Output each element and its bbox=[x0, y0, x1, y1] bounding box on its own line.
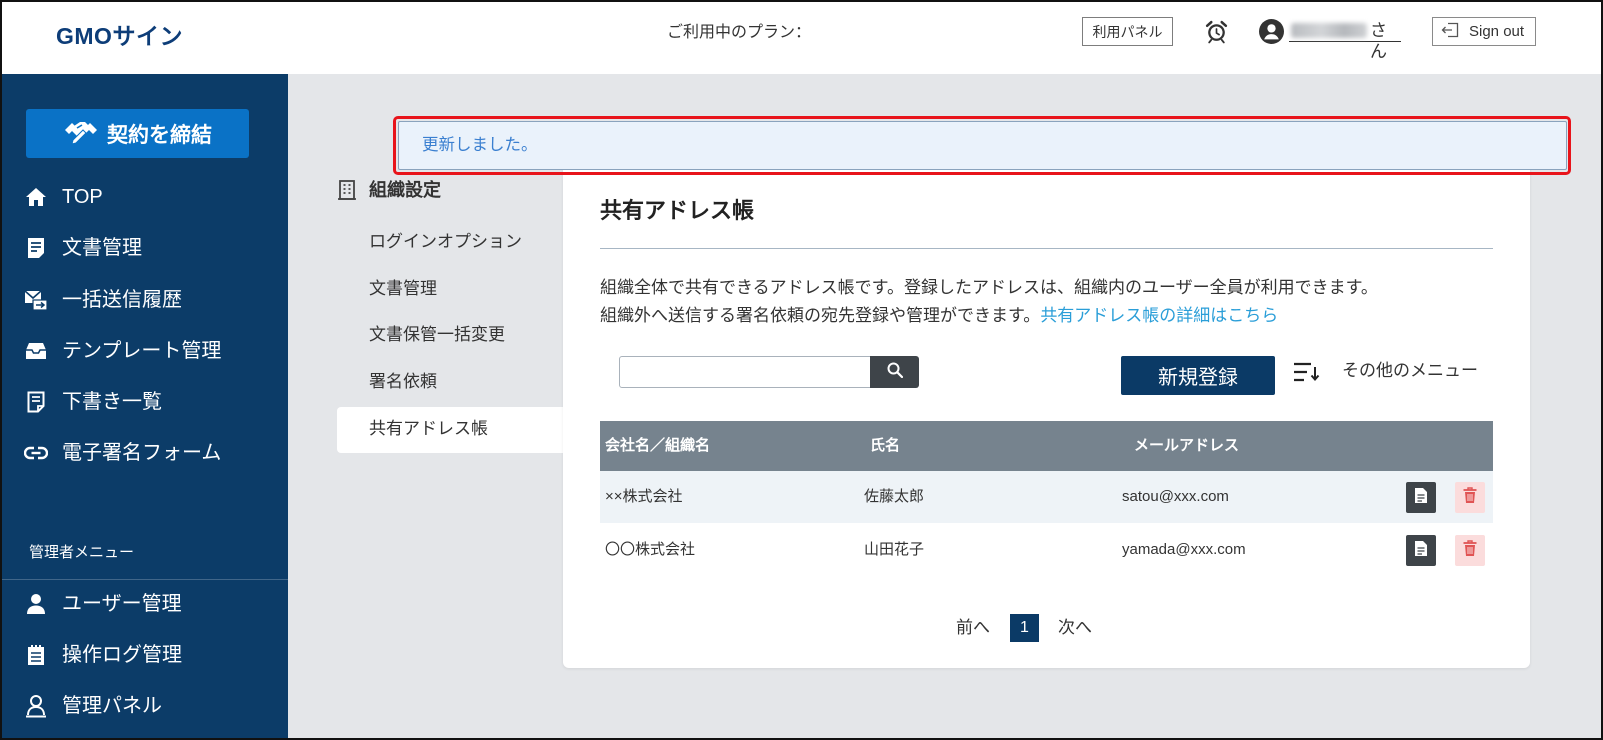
search-input[interactable] bbox=[619, 356, 871, 388]
sign-out-label: Sign out bbox=[1469, 23, 1525, 40]
sidebar-item-label: 管理パネル bbox=[62, 695, 162, 717]
shared-address-book-card: 共有アドレス帳 組織全体で共有できるアドレス帳です。登録したアドレスは、組織内の… bbox=[563, 160, 1530, 668]
user-icon bbox=[24, 592, 48, 616]
page-title: 共有アドレス帳 bbox=[600, 198, 755, 223]
description-text: 組織外へ送信する署名依頼の宛先登録や管理ができます。 bbox=[600, 306, 1041, 325]
alarm-clock-icon[interactable] bbox=[1204, 19, 1229, 44]
sort-menu-icon[interactable] bbox=[1293, 358, 1323, 386]
user-name-link[interactable]: さん bbox=[1289, 20, 1401, 61]
title-divider bbox=[600, 248, 1493, 249]
user-circle-icon[interactable] bbox=[1259, 19, 1284, 44]
sidebar-item-label: 下書き一覧 bbox=[62, 391, 162, 413]
sidebar-item-label: ユーザー管理 bbox=[62, 593, 182, 615]
success-alert: 更新しました。 bbox=[398, 121, 1567, 170]
pagination-next[interactable]: 次へ bbox=[1058, 617, 1092, 639]
link-icon bbox=[24, 441, 48, 465]
user-name-redacted bbox=[1291, 23, 1367, 38]
subnav-item-signature-request[interactable]: 署名依頼 bbox=[369, 371, 437, 393]
edit-button[interactable] bbox=[1406, 482, 1436, 513]
sidebar-item-label: 操作ログ管理 bbox=[62, 644, 182, 666]
template-icon bbox=[24, 339, 48, 363]
description-line-1: 組織全体で共有できるアドレス帳です。登録したアドレスは、組織内のユーザー全員が利… bbox=[600, 278, 1378, 297]
app-root: GMOサイン ご利用中のプラン： 利用パネル さん Sign out 契約を締結… bbox=[0, 0, 1603, 740]
sidebar-item-top[interactable]: TOP bbox=[0, 177, 288, 217]
sidebar-item-label: テンプレート管理 bbox=[62, 340, 222, 362]
table-header: 会社名／組織名 氏名 メールアドレス bbox=[600, 421, 1493, 471]
bulk-send-icon bbox=[24, 288, 48, 312]
sidebar-item-documents[interactable]: 文書管理 bbox=[0, 228, 288, 268]
sidebar-item-e-sign-form[interactable]: 電子署名フォーム bbox=[0, 433, 288, 473]
sidebar-item-templates[interactable]: テンプレート管理 bbox=[0, 331, 288, 371]
cell-name: 山田花子 bbox=[864, 541, 925, 558]
draft-icon bbox=[24, 390, 48, 414]
delete-button[interactable] bbox=[1455, 482, 1485, 513]
document-icon bbox=[24, 236, 48, 260]
pagination-prev[interactable]: 前へ bbox=[956, 617, 990, 639]
cell-company: 〇〇株式会社 bbox=[605, 541, 696, 558]
pagination-current-page[interactable]: 1 bbox=[1010, 614, 1039, 642]
home-icon bbox=[24, 185, 48, 209]
details-link[interactable]: 共有アドレス帳の詳細はこちら bbox=[1040, 306, 1278, 325]
search-icon bbox=[887, 362, 903, 383]
cell-email: satou@xxx.com bbox=[1122, 488, 1229, 505]
document-icon bbox=[1414, 487, 1428, 509]
sidebar-item-bulk-send[interactable]: 一括送信履歴 bbox=[0, 280, 288, 320]
subnav-item-login-options[interactable]: ログインオプション bbox=[369, 231, 522, 253]
subnav-heading: 組織設定 bbox=[369, 180, 441, 200]
sidebar-item-label: 一括送信履歴 bbox=[62, 289, 182, 311]
other-menu-button[interactable]: その他のメニュー bbox=[1342, 360, 1478, 382]
column-header-name[interactable]: 氏名 bbox=[870, 437, 900, 455]
table-row: ××株式会社 佐藤太郎 satou@xxx.com bbox=[600, 471, 1493, 523]
document-icon bbox=[1414, 540, 1428, 562]
sidebar-item-admin-panel[interactable]: 管理パネル bbox=[0, 686, 288, 726]
subnav-item-shared-address-book[interactable]: 共有アドレス帳 bbox=[369, 418, 488, 440]
subnav-item-storage-bulk-change[interactable]: 文書保管一括変更 bbox=[369, 324, 505, 346]
log-icon bbox=[24, 643, 48, 667]
column-header-company[interactable]: 会社名／組織名 bbox=[605, 437, 710, 455]
user-suffix: さん bbox=[1370, 21, 1387, 61]
building-icon bbox=[338, 180, 356, 200]
cell-email: yamada@xxx.com bbox=[1122, 541, 1246, 558]
edit-button[interactable] bbox=[1406, 535, 1436, 566]
subnav-item-document-management[interactable]: 文書管理 bbox=[369, 278, 437, 300]
cell-company: ××株式会社 bbox=[605, 488, 683, 505]
delete-button[interactable] bbox=[1455, 535, 1485, 566]
sign-contract-label: 契約を締結 bbox=[107, 123, 212, 147]
admin-menu-heading: 管理者メニュー bbox=[29, 544, 135, 561]
handshake-icon bbox=[63, 116, 99, 152]
sign-contract-button[interactable]: 契約を締結 bbox=[26, 109, 249, 158]
sidebar-item-label: TOP bbox=[62, 186, 103, 208]
usage-panel-button[interactable]: 利用パネル bbox=[1082, 17, 1173, 46]
sign-out-icon bbox=[1441, 22, 1459, 42]
plan-label: ご利用中のプラン： bbox=[667, 24, 812, 41]
cell-name: 佐藤太郎 bbox=[864, 488, 925, 505]
sidebar-item-drafts[interactable]: 下書き一覧 bbox=[0, 382, 288, 422]
gmo-sign-logo[interactable]: GMOサイン bbox=[56, 22, 183, 50]
search-button[interactable] bbox=[870, 356, 919, 388]
sidebar-item-user-management[interactable]: ユーザー管理 bbox=[0, 584, 288, 624]
column-header-email[interactable]: メールアドレス bbox=[1134, 437, 1239, 455]
table-row: 〇〇株式会社 山田花子 yamada@xxx.com bbox=[600, 524, 1493, 576]
sidebar-item-operation-logs[interactable]: 操作ログ管理 bbox=[0, 635, 288, 675]
sidebar-divider bbox=[2, 579, 288, 580]
sidebar-item-label: 文書管理 bbox=[62, 237, 142, 259]
trash-icon bbox=[1463, 486, 1477, 509]
description-line-2: 組織外へ送信する署名依頼の宛先登録や管理ができます。共有アドレス帳の詳細はこちら bbox=[600, 305, 1278, 327]
trash-icon bbox=[1463, 539, 1477, 562]
alert-message: 更新しました。 bbox=[422, 136, 538, 154]
admin-panel-icon bbox=[24, 694, 48, 718]
sign-out-button[interactable]: Sign out bbox=[1432, 17, 1536, 46]
sidebar-item-label: 電子署名フォーム bbox=[62, 442, 222, 464]
top-header: GMOサイン ご利用中のプラン： 利用パネル さん Sign out bbox=[0, 0, 1603, 74]
new-registration-button[interactable]: 新規登録 bbox=[1121, 356, 1275, 395]
